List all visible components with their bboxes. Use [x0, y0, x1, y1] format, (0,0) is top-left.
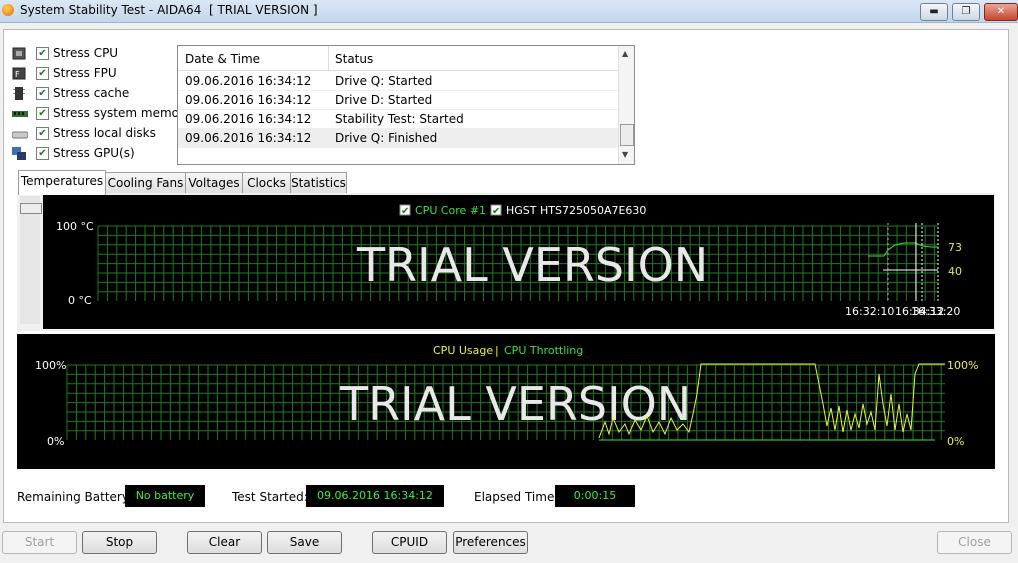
stress-fpu-checkbox[interactable]: ✔: [36, 67, 49, 80]
table-row[interactable]: 09.06.2016 16:34:12 Drive Q: Finished: [178, 128, 618, 148]
row-status: Drive Q: Started: [335, 74, 433, 88]
table-row[interactable]: 09.06.2016 16:34:12 Drive Q: Started: [178, 71, 618, 91]
table-row[interactable]: 09.06.2016 16:34:12 Drive D: Started: [178, 90, 618, 110]
tab-voltages[interactable]: Voltages: [185, 172, 243, 194]
stress-fpu-option[interactable]: F ✔ Stress FPU: [12, 65, 182, 83]
check-icon: ✔: [492, 206, 500, 217]
row-date: 09.06.2016 16:34:12: [185, 74, 312, 88]
table-row[interactable]: 09.06.2016 16:34:12 Stability Test: Star…: [178, 109, 618, 129]
row-date: 09.06.2016 16:34:12: [185, 93, 312, 107]
stress-memory-label: Stress system memory: [53, 106, 192, 120]
log-scrollbar[interactable]: ▲ ▼: [618, 46, 634, 164]
status-log-table[interactable]: Date & Time Status 09.06.2016 16:34:12 D…: [177, 45, 635, 165]
elapsed-time-label: Elapsed Time:: [474, 490, 559, 504]
check-icon: ✔: [401, 206, 409, 217]
stress-disks-checkbox[interactable]: ✔: [36, 127, 49, 140]
fpu-icon: F: [12, 67, 26, 80]
gpu-icon: [12, 147, 26, 160]
y-label-bottom-left: 0%: [47, 435, 64, 448]
legend-cpu-core: CPU Core #1: [415, 204, 486, 217]
preferences-button[interactable]: Preferences: [453, 531, 528, 554]
cpu-usage-graph: CPU Usage | CPU Throttling 100% 0% 100% …: [17, 334, 995, 469]
log-header: Date & Time Status: [178, 46, 618, 71]
tab-statistics[interactable]: Statistics: [290, 172, 347, 194]
tab-clocks[interactable]: Clocks: [242, 172, 291, 194]
minimize-button[interactable]: ▬: [920, 3, 948, 21]
y-label-top: 100 °C: [56, 220, 94, 233]
battery-value: No battery: [125, 485, 205, 507]
row-status: Drive Q: Finished: [335, 131, 438, 145]
cache-icon: [12, 87, 26, 100]
legend-separator: |: [495, 344, 499, 357]
save-button[interactable]: Save: [267, 531, 342, 554]
cpuid-button[interactable]: CPUID: [372, 531, 447, 554]
graph-scale-slider[interactable]: [20, 196, 40, 324]
stress-cpu-checkbox[interactable]: ✔: [36, 47, 49, 60]
battery-label: Remaining Battery:: [17, 490, 133, 504]
value-disk: 40: [948, 265, 962, 278]
test-started-label: Test Started:: [232, 490, 308, 504]
scroll-thumb[interactable]: [620, 124, 634, 146]
y-label-bottom-right: 0%: [947, 435, 964, 448]
clear-button[interactable]: Clear: [187, 531, 262, 554]
row-status: Drive D: Started: [335, 93, 433, 107]
column-divider: [328, 46, 329, 70]
stress-memory-checkbox[interactable]: ✔: [36, 107, 49, 120]
stress-cpu-label: Stress CPU: [53, 46, 119, 60]
scroll-down-icon[interactable]: ▼: [622, 150, 628, 159]
stress-fpu-label: Stress FPU: [53, 66, 117, 80]
stress-memory-option[interactable]: ✔ Stress system memory: [12, 105, 191, 123]
legend-disk: HGST HTS725050A7E630: [506, 204, 646, 217]
svg-text:F: F: [15, 70, 20, 79]
window-close-button[interactable]: ✕: [984, 3, 1018, 21]
row-status: Stability Test: Started: [335, 112, 464, 126]
tab-temperatures[interactable]: Temperatures: [18, 170, 106, 195]
row-date: 09.06.2016 16:34:12: [185, 112, 312, 126]
scroll-up-icon[interactable]: ▲: [622, 49, 628, 58]
memory-icon: [12, 107, 28, 120]
legend-cpu-throttling: CPU Throttling: [504, 344, 583, 357]
y-label-bottom: 0 °C: [68, 294, 92, 307]
cpu-usage-chart-svg: CPU Usage | CPU Throttling 100% 0% 100% …: [35, 344, 978, 448]
disk-icon: [11, 127, 29, 140]
stress-cache-checkbox[interactable]: ✔: [36, 87, 49, 100]
trial-watermark: TRIAL VERSION: [356, 238, 708, 292]
stress-gpu-option[interactable]: ✔ Stress GPU(s): [12, 145, 182, 163]
stress-disks-option[interactable]: ✔ Stress local disks: [11, 125, 182, 143]
value-cpu: 73: [948, 241, 962, 254]
stress-cpu-option[interactable]: ✔ Stress CPU: [12, 45, 182, 63]
stress-cache-label: Stress cache: [53, 86, 130, 100]
elapsed-time-value: 0:00:15: [555, 485, 635, 507]
close-button[interactable]: Close: [937, 531, 1012, 554]
temperature-chart-svg: ✔ CPU Core #1 ✔ HGST HTS725050A7E630 100…: [56, 204, 962, 318]
window-title: System Stability Test - AIDA64 [ TRIAL V…: [20, 3, 318, 17]
start-button[interactable]: Start: [2, 531, 77, 554]
stress-cache-option[interactable]: ✔ Stress cache: [12, 85, 182, 103]
y-label-top-left: 100%: [35, 359, 66, 372]
tab-cooling-fans[interactable]: Cooling Fans: [105, 172, 186, 194]
test-started-value: 09.06.2016 16:34:12: [306, 485, 444, 507]
stress-gpu-checkbox[interactable]: ✔: [36, 147, 49, 160]
column-header-status[interactable]: Status: [335, 52, 373, 66]
time-label-3: 16:33:20: [911, 305, 960, 318]
y-label-top-right: 100%: [947, 359, 978, 372]
cpu-icon: [12, 47, 26, 60]
legend-cpu-usage: CPU Usage: [433, 344, 493, 357]
time-label-1: 16:32:10: [845, 305, 894, 318]
app-icon: [2, 4, 14, 16]
stop-button[interactable]: Stop: [82, 531, 157, 554]
temperature-graph: ✔ CPU Core #1 ✔ HGST HTS725050A7E630 100…: [43, 195, 994, 329]
stress-disks-label: Stress local disks: [53, 126, 156, 140]
trial-watermark: TRIAL VERSION: [339, 377, 691, 431]
slider-thumb[interactable]: [20, 203, 42, 214]
stress-gpu-label: Stress GPU(s): [53, 146, 135, 160]
row-date: 09.06.2016 16:34:12: [185, 131, 312, 145]
maximize-button[interactable]: ❐: [952, 3, 980, 21]
column-header-date[interactable]: Date & Time: [185, 52, 260, 66]
